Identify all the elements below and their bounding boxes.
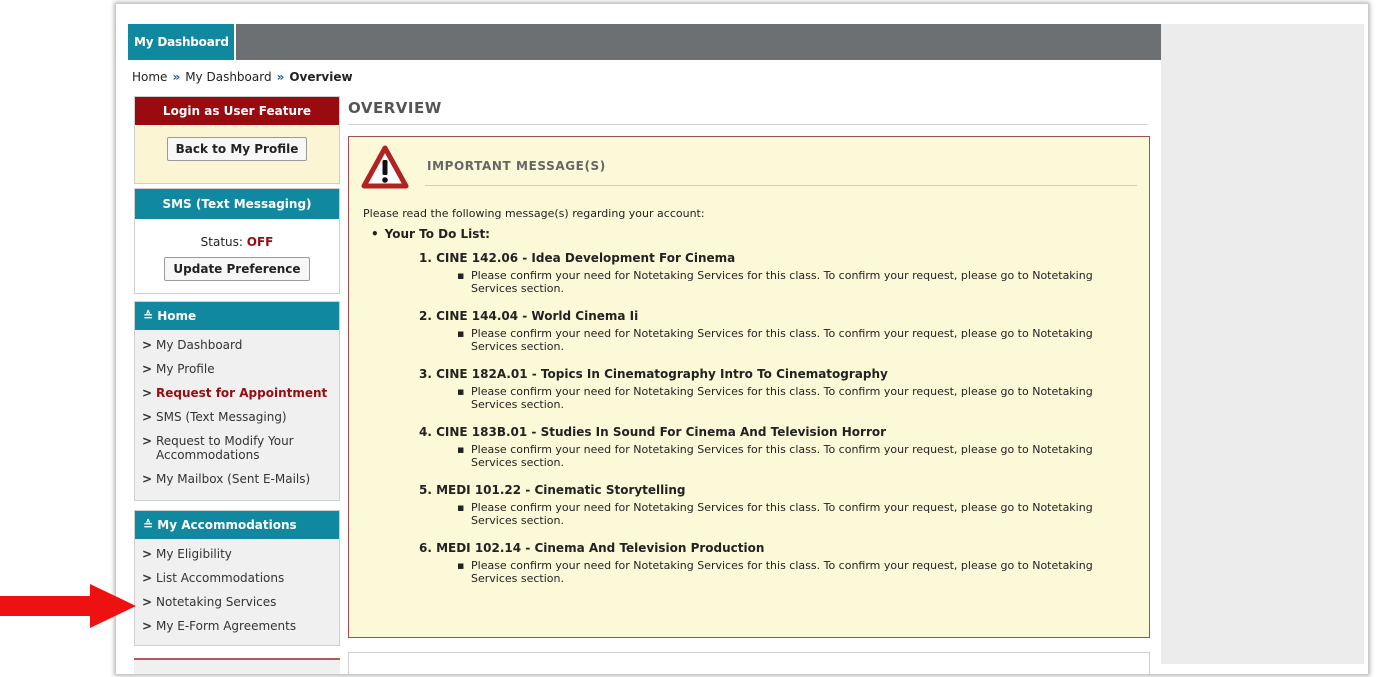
sidebar-item-label: Request for Appointment: [156, 386, 328, 400]
course-note-text: Please confirm your need for Notetaking …: [471, 559, 1093, 585]
sidebar-item-sms[interactable]: > SMS (Text Messaging): [142, 410, 339, 424]
browser-frame: My Dashboard Home» My Dashboard» Overview …: [116, 4, 1368, 674]
sms-box: SMS (Text Messaging) Status: OFF Update …: [134, 188, 340, 294]
sidebar-item-label: SMS (Text Messaging): [156, 410, 287, 424]
chevron-right-icon: >: [142, 595, 153, 609]
home-menu-header[interactable]: ≙ Home: [135, 302, 339, 330]
double-chevron-down-icon: ≙: [143, 309, 154, 323]
breadcrumb-separator: »: [276, 70, 285, 84]
course-note-text: Please confirm your need for Notetaking …: [471, 443, 1093, 469]
breadcrumb-separator: »: [172, 70, 181, 84]
sidebar-item-label: My E-Form Agreements: [156, 619, 297, 633]
sidebar-item-modify-accommodations[interactable]: > Request to Modify Your Accommodations: [142, 434, 339, 462]
todo-label-text: Your To Do List:: [384, 227, 490, 241]
course-note: ▪ Please confirm your need for Notetaking…: [457, 269, 1093, 295]
warning-triangle-icon: [361, 145, 409, 192]
sidebar-item-label: My Eligibility: [156, 547, 232, 561]
list-item: 4. CINE 183B.01 - Studies In Sound For C…: [419, 425, 1119, 469]
sidebar-item-eligibility[interactable]: > My Eligibility: [142, 547, 339, 561]
chevron-right-icon: >: [142, 472, 153, 486]
chevron-right-icon: >: [142, 362, 153, 376]
accommodations-menu: ≙ My Accommodations > My Eligibility > Lis…: [134, 510, 340, 646]
course-note-text: Please confirm your need for Notetaking …: [471, 501, 1093, 527]
login-as-user-box: Login as User Feature Back to My Profile: [134, 96, 340, 184]
course-note-text: Please confirm your need for Notetaking …: [471, 269, 1093, 295]
double-chevron-down-icon: ≙: [143, 518, 154, 532]
message-heading: IMPORTANT MESSAGE(S): [427, 159, 606, 173]
update-preference-button[interactable]: Update Preference: [164, 257, 310, 281]
course-note-text: Please confirm your need for Notetaking …: [471, 327, 1093, 353]
chevron-right-icon: >: [142, 619, 153, 633]
home-menu: ≙ Home > My Dashboard > My Profile > Reques…: [134, 301, 340, 501]
login-as-user-title: Login as User Feature: [135, 97, 339, 125]
page-title: OVERVIEW: [348, 99, 442, 117]
message-intro: Please read the following message(s) reg…: [363, 207, 705, 220]
course-title: 3. CINE 182A.01 - Topics In Cinematograp…: [419, 367, 888, 381]
accommodations-menu-title: My Accommodations: [157, 518, 297, 532]
sidebar-item-label: My Mailbox (Sent E-Mails): [156, 472, 311, 486]
sidebar-item-mailbox[interactable]: > My Mailbox (Sent E-Mails): [142, 472, 339, 486]
course-note: ▪ Please confirm your need for Notetaking…: [457, 501, 1093, 527]
chevron-right-icon: >: [142, 571, 153, 585]
list-item: 6. MEDI 102.14 - Cinema And Television P…: [419, 541, 1119, 585]
sms-status-value: OFF: [246, 235, 274, 249]
sidebar-item-label: List Accommodations: [156, 571, 285, 585]
back-to-profile-button[interactable]: Back to My Profile: [166, 137, 308, 161]
accommodations-menu-header[interactable]: ≙ My Accommodations: [135, 511, 339, 539]
sidebar-item-notetaking-services[interactable]: > Notetaking Services: [142, 595, 339, 609]
sidebar-item-my-dashboard[interactable]: > My Dashboard: [142, 338, 339, 352]
message-divider: [425, 185, 1137, 186]
chevron-right-icon: >: [142, 547, 153, 561]
breadcrumb-dashboard[interactable]: My Dashboard: [185, 70, 271, 84]
breadcrumb-current: Overview: [289, 70, 353, 84]
todo-list: 1. CINE 142.06 - Idea Development For Ci…: [419, 251, 1119, 591]
sidebar-item-list-accommodations[interactable]: > List Accommodations: [142, 571, 339, 585]
sidebar-item-label: My Profile: [156, 362, 215, 376]
top-nav-bar: My Dashboard: [128, 24, 1161, 60]
course-title: 4. CINE 183B.01 - Studies In Sound For C…: [419, 425, 887, 439]
list-item: 1. CINE 142.06 - Idea Development For Ci…: [419, 251, 1119, 295]
list-item: 3. CINE 182A.01 - Topics In Cinematograp…: [419, 367, 1119, 411]
sidebar-item-my-profile[interactable]: > My Profile: [142, 362, 339, 376]
chevron-right-icon: >: [142, 434, 153, 448]
chevron-right-icon: >: [142, 338, 153, 352]
home-menu-title: Home: [157, 309, 197, 323]
list-item: 2. CINE 144.04 - World Cinema Ii ▪ Please…: [419, 309, 1119, 353]
red-arrow-icon: [0, 584, 140, 631]
sidebar-next-box: [134, 658, 340, 674]
chevron-right-icon: >: [142, 386, 153, 400]
title-divider: [348, 124, 1148, 125]
sidebar-item-label: Request to Modify Your Accommodations: [156, 434, 294, 462]
sms-title: SMS (Text Messaging): [135, 189, 339, 219]
sidebar-item-label: My Dashboard: [156, 338, 243, 352]
important-messages-box: IMPORTANT MESSAGE(S) Please read the fol…: [348, 136, 1150, 638]
list-item: 5. MEDI 101.22 - Cinematic Storytelling …: [419, 483, 1119, 527]
course-note-text: Please confirm your need for Notetaking …: [471, 385, 1093, 411]
breadcrumb-home[interactable]: Home: [132, 70, 167, 84]
course-title: 1. CINE 142.06 - Idea Development For Ci…: [419, 251, 736, 265]
course-note: ▪ Please confirm your need for Notetaking…: [457, 327, 1093, 353]
next-panel: [348, 652, 1150, 674]
sidebar-item-label: Notetaking Services: [156, 595, 277, 609]
tab-my-dashboard[interactable]: My Dashboard: [128, 24, 236, 60]
chevron-right-icon: >: [142, 410, 153, 424]
todo-label: • Your To Do List:: [371, 227, 490, 241]
course-title: 6. MEDI 102.14 - Cinema And Television P…: [419, 541, 765, 555]
sms-status: Status: OFF: [135, 235, 339, 249]
sidebar-item-eform-agreements[interactable]: > My E-Form Agreements: [142, 619, 339, 633]
right-panel: [1161, 24, 1364, 664]
course-title: 2. CINE 144.04 - World Cinema Ii: [419, 309, 639, 323]
breadcrumb: Home » My Dashboard » Overview: [132, 70, 353, 84]
course-note: ▪ Please confirm your need for Notetaking…: [457, 443, 1093, 469]
course-note: ▪ Please confirm your need for Notetaking…: [457, 385, 1093, 411]
sidebar-item-request-appointment[interactable]: > Request for Appointment: [142, 386, 339, 400]
course-note: ▪ Please confirm your need for Notetaking…: [457, 559, 1093, 585]
sms-status-label: Status:: [200, 235, 243, 249]
course-title: 5. MEDI 101.22 - Cinematic Storytelling: [419, 483, 686, 497]
